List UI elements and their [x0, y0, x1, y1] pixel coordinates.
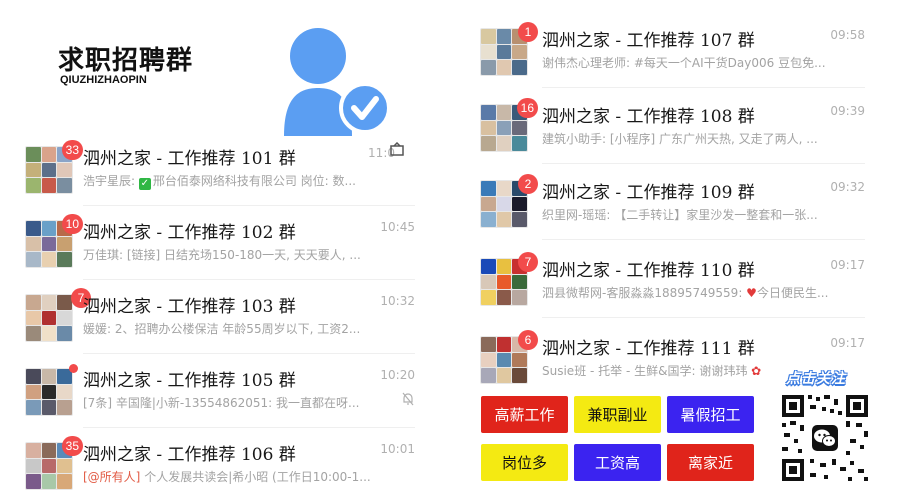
unread-dot — [69, 364, 78, 373]
expand-icon[interactable] — [389, 142, 405, 158]
unread-badge: 35 — [61, 436, 83, 456]
chat-time: 10:01 — [380, 442, 415, 456]
chat-title: 泗州之家 - 工作推荐 106 群 — [83, 445, 296, 465]
group-avatar: 2 — [480, 174, 538, 228]
mute-bell-icon — [402, 392, 414, 406]
unread-badge: 2 — [518, 174, 538, 194]
chat-preview: 织里网-瑶瑶: 【二手转让】家里沙发一整套和一张... — [542, 208, 818, 222]
divider — [83, 279, 415, 280]
unread-badge: 7 — [518, 252, 538, 272]
chat-title: 泗州之家 - 工作推荐 103 群 — [83, 297, 296, 317]
divider — [542, 239, 865, 240]
chat-row-110[interactable]: 7 泗州之家 - 工作推荐 110 群 09:17 泗县微帮网-客服淼淼1889… — [480, 252, 865, 318]
chat-title: 泗州之家 - 工作推荐 108 群 — [542, 107, 755, 127]
chat-time: 10:32 — [380, 294, 415, 308]
page-title: 求职招聘群 — [58, 46, 194, 76]
unread-badge: 10 — [61, 214, 83, 234]
divider — [542, 87, 865, 88]
group-avatar: 6 — [480, 330, 538, 384]
chat-row-102[interactable]: 10 泗州之家 - 工作推荐 102 群 10:45 万佳琪: [链接] 日结充… — [25, 214, 415, 280]
chat-title: 泗州之家 - 工作推荐 107 群 — [542, 31, 755, 51]
divider — [83, 205, 415, 206]
chat-preview: 谢伟杰心理老师: #每天一个AI干货Day006 豆包免... — [542, 56, 826, 70]
follow-label: 点击关注 — [786, 371, 846, 387]
chat-row-107[interactable]: 1 泗州之家 - 工作推荐 107 群 09:58 谢伟杰心理老师: #每天一个… — [480, 22, 865, 88]
chat-time: 09:32 — [830, 180, 865, 194]
chat-row-106[interactable]: 35 泗州之家 - 工作推荐 106 群 10:01 [@所有人] 个人发展共读… — [25, 436, 415, 498]
tag-button-part-time[interactable]: 兼职副业 — [574, 396, 661, 433]
group-avatar: 1 — [480, 22, 538, 76]
group-avatar: 35 — [25, 436, 83, 490]
chat-time: 09:58 — [830, 28, 865, 42]
unread-badge: 6 — [518, 330, 538, 350]
page-subtitle: QIUZHIZHAOPIN — [60, 74, 147, 86]
unread-badge: 33 — [61, 140, 83, 160]
chat-preview: 万佳琪: [链接] 日结充场150-180一天, 天天要人, ... — [83, 248, 361, 262]
wechat-qr-code-icon[interactable] — [780, 393, 870, 483]
chat-preview: [7条] 辛国隆|小新-13554862051: 我一直都在呀... — [83, 396, 360, 410]
chat-time: 09:39 — [830, 104, 865, 118]
chat-title: 泗州之家 - 工作推荐 111 群 — [542, 339, 755, 359]
tag-button-many-positions[interactable]: 岗位多 — [481, 444, 568, 481]
chat-row-108[interactable]: 16 泗州之家 - 工作推荐 108 群 09:39 建筑小助手: [小程序] … — [480, 98, 865, 164]
group-avatar — [25, 364, 78, 416]
chat-title: 泗州之家 - 工作推荐 109 群 — [542, 183, 755, 203]
heart-icon: ♥ — [746, 286, 757, 300]
chat-row-103[interactable]: 7 泗州之家 - 工作推荐 103 群 10:32 媛媛: 2、招聘办公楼保洁 … — [25, 288, 415, 354]
tag-button-high-pay[interactable]: 工资高 — [574, 444, 661, 481]
chat-row-105[interactable]: 泗州之家 - 工作推荐 105 群 10:20 [7条] 辛国隆|小新-1355… — [25, 362, 415, 428]
user-check-icon — [284, 28, 391, 136]
chat-time: 10:45 — [380, 220, 415, 234]
group-avatar: 16 — [480, 98, 538, 152]
chat-title: 泗州之家 - 工作推荐 110 群 — [542, 261, 755, 281]
unread-badge: 16 — [516, 98, 538, 118]
tag-button-high-salary[interactable]: 高薪工作 — [481, 396, 568, 433]
chat-time: 09:17 — [830, 258, 865, 272]
divider — [542, 317, 865, 318]
chat-title: 泗州之家 - 工作推荐 105 群 — [83, 371, 296, 391]
group-avatar: 7 — [480, 252, 538, 306]
divider — [83, 353, 415, 354]
group-avatar: 10 — [25, 214, 83, 268]
divider — [542, 163, 865, 164]
chat-row-109[interactable]: 2 泗州之家 - 工作推荐 109 群 09:32 织里网-瑶瑶: 【二手转让】… — [480, 174, 865, 240]
group-avatar: 7 — [25, 288, 91, 342]
unread-badge: 1 — [518, 22, 538, 42]
divider — [83, 427, 415, 428]
chat-preview: 媛媛: 2、招聘办公楼保洁 年龄55周岁以下, 工资2... — [83, 322, 361, 336]
chat-preview: Susie班 - 托举 - 生鲜&国学: 谢谢玮玮 ✿ — [542, 364, 762, 378]
check-square-icon: ✓ — [138, 178, 151, 190]
chat-time: 09:17 — [830, 336, 865, 350]
tag-button-summer-jobs[interactable]: 暑假招工 — [667, 396, 754, 433]
chat-preview: 建筑小助手: [小程序] 广东广州天热, 又走了两人, ... — [542, 132, 818, 146]
chat-preview: 浩宇星辰: ✓ 邢台佰泰网络科技有限公司 岗位: 数... — [83, 174, 356, 190]
tag-button-near-home[interactable]: 离家近 — [667, 444, 754, 481]
group-avatar: 33 — [25, 140, 83, 194]
chat-title: 泗州之家 - 工作推荐 102 群 — [83, 223, 296, 243]
chat-title: 泗州之家 - 工作推荐 101 群 — [83, 149, 296, 169]
chat-time: 10:20 — [380, 368, 415, 382]
chat-row-101[interactable]: 33 泗州之家 - 工作推荐 101 群 11:0 浩宇星辰: ✓ 邢台佰泰网络科… — [25, 140, 415, 206]
chat-preview: [@所有人] 个人发展共读会|希小昭 (工作日10:00-1... — [83, 470, 371, 484]
chat-preview: 泗县微帮网-客服淼淼18895749559: ♥今日便民生... — [542, 286, 829, 300]
rose-icon: ✿ — [751, 364, 762, 378]
